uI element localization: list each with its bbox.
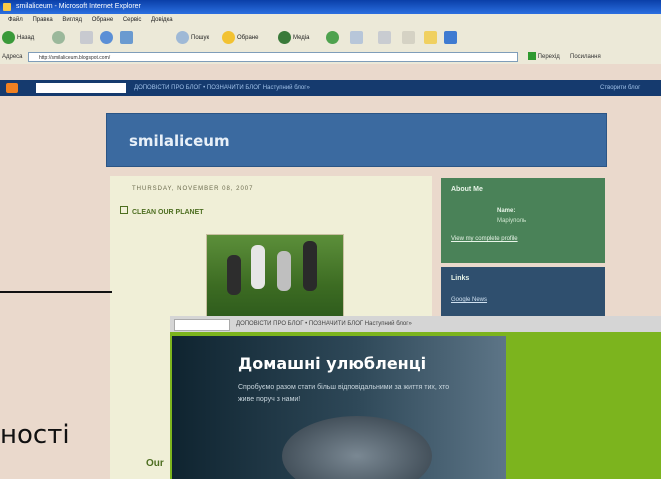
menu-edit[interactable]: Правка xyxy=(32,17,52,23)
print-button[interactable] xyxy=(378,30,393,46)
search-button[interactable]: Пошук xyxy=(176,30,209,46)
post-title-text: CLEAN OUR PLANET xyxy=(132,209,204,216)
menu-tools[interactable]: Сервіс xyxy=(123,17,142,23)
refresh-icon xyxy=(100,30,113,44)
about-title: About Me xyxy=(451,186,483,193)
name-value: Маріуполь xyxy=(497,218,527,224)
overlay-navbar-links[interactable]: ДОПОВІСТИ ПРО БЛОГ • ПОЗНАЧИТИ БЛОГ Наст… xyxy=(236,316,412,332)
menu-help[interactable]: Довідка xyxy=(151,17,173,23)
google-news-link[interactable]: Google News xyxy=(451,297,487,303)
links-button[interactable]: Посилання xyxy=(570,50,601,64)
about-me-box: About Me Name: Маріуполь View my complet… xyxy=(441,178,605,263)
photo-person xyxy=(227,255,241,295)
search-label: Пошук xyxy=(191,35,210,41)
menu-bar: Файл Правка Вигляд Обране Сервіс Довідка xyxy=(0,14,661,26)
back-label: Назад xyxy=(17,35,35,41)
post-footer-fragment: Our xyxy=(146,458,164,469)
url-input[interactable]: http://smilaliceum.blogspot.com/ xyxy=(28,52,518,62)
folder-icon xyxy=(424,30,437,44)
post-title[interactable]: CLEAN OUR PLANET xyxy=(120,206,204,216)
address-label: Адреса xyxy=(2,54,23,60)
blogger-navbar: ДОПОВІСТИ ПРО БЛОГ • ПОЗНАЧИТИ БЛОГ Наст… xyxy=(0,80,661,96)
post-photo[interactable] xyxy=(206,234,344,322)
favorites-label: Обране xyxy=(237,35,259,41)
blog-title[interactable]: smilaliceum xyxy=(129,132,230,150)
window-title-bar: smilaliceum - Microsoft Internet Explore… xyxy=(0,0,661,14)
go-button[interactable]: Перехід xyxy=(528,50,560,64)
slide-text-fragment: ності xyxy=(0,420,70,450)
mail-button[interactable] xyxy=(350,30,365,46)
stop-icon xyxy=(80,30,93,44)
window-title: smilaliceum - Microsoft Internet Explore… xyxy=(16,3,141,10)
page-top-strip xyxy=(0,64,661,80)
name-label: Name: xyxy=(497,208,516,214)
post-date: THURSDAY, NOVEMBER 08, 2007 xyxy=(132,186,254,192)
go-arrow-icon xyxy=(528,52,536,61)
home-button[interactable] xyxy=(120,30,135,46)
ie-logo-icon xyxy=(3,3,11,11)
blogger-logo-icon[interactable] xyxy=(6,83,18,93)
links-title: Links xyxy=(451,275,470,282)
messenger-icon xyxy=(444,30,457,44)
edit-icon xyxy=(402,30,415,44)
create-blog-link[interactable]: Створити блог xyxy=(600,80,640,96)
back-arrow-icon xyxy=(2,30,15,44)
media-icon xyxy=(278,30,291,44)
stop-button[interactable] xyxy=(80,30,95,46)
overlay-search-input[interactable] xyxy=(174,319,230,331)
messenger-button[interactable] xyxy=(444,30,459,46)
forward-arrow-icon xyxy=(52,30,65,44)
back-button[interactable]: Назад xyxy=(2,30,34,46)
overlay-blog-header: Домашні улюбленці Спробуємо разом стати … xyxy=(170,332,661,479)
overlay-navbar: ДОПОВІСТИ ПРО БЛОГ • ПОЗНАЧИТИ БЛОГ Наст… xyxy=(170,316,661,332)
post-bullet-icon xyxy=(120,206,128,214)
search-icon xyxy=(176,30,189,44)
forward-button[interactable] xyxy=(52,30,67,46)
view-profile-link[interactable]: View my complete profile xyxy=(451,236,518,242)
star-icon xyxy=(222,30,235,44)
blog-search-input[interactable] xyxy=(36,83,126,93)
home-icon xyxy=(120,30,133,44)
media-button[interactable]: Медіа xyxy=(278,30,309,46)
address-bar: Адреса http://smilaliceum.blogspot.com/ … xyxy=(0,50,661,64)
blog-header: smilaliceum xyxy=(106,113,607,167)
menu-favorites[interactable]: Обране xyxy=(92,17,113,23)
favorites-button[interactable]: Обране xyxy=(222,30,258,46)
links-box: Links Google News xyxy=(441,267,605,317)
overlay-description: Спробуємо разом стати більш відповідальн… xyxy=(238,384,450,403)
photo-person xyxy=(303,241,317,291)
history-button[interactable] xyxy=(326,30,341,46)
overlay-title[interactable]: Домашні улюбленці xyxy=(238,354,426,373)
history-icon xyxy=(326,30,339,44)
media-label: Медіа xyxy=(293,35,310,41)
photo-person xyxy=(251,245,265,289)
navbar-links[interactable]: ДОПОВІСТИ ПРО БЛОГ • ПОЗНАЧИТИ БЛОГ Наст… xyxy=(134,80,310,96)
mail-icon xyxy=(350,30,363,44)
edit-button[interactable] xyxy=(402,30,417,46)
refresh-button[interactable] xyxy=(100,30,115,46)
folder-button[interactable] xyxy=(424,30,439,46)
print-icon xyxy=(378,30,391,44)
url-text: http://smilaliceum.blogspot.com/ xyxy=(39,55,111,61)
toolbar: Назад Пошук Обране Медіа xyxy=(0,26,661,51)
menu-file[interactable]: Файл xyxy=(8,17,23,23)
overlay-header-panel: Домашні улюбленці Спробуємо разом стати … xyxy=(172,336,506,479)
slide-divider-line xyxy=(0,291,112,293)
menu-view[interactable]: Вигляд xyxy=(62,17,82,23)
go-label: Перехід xyxy=(537,54,560,60)
pet-photo xyxy=(282,416,432,479)
photo-person xyxy=(277,251,291,291)
